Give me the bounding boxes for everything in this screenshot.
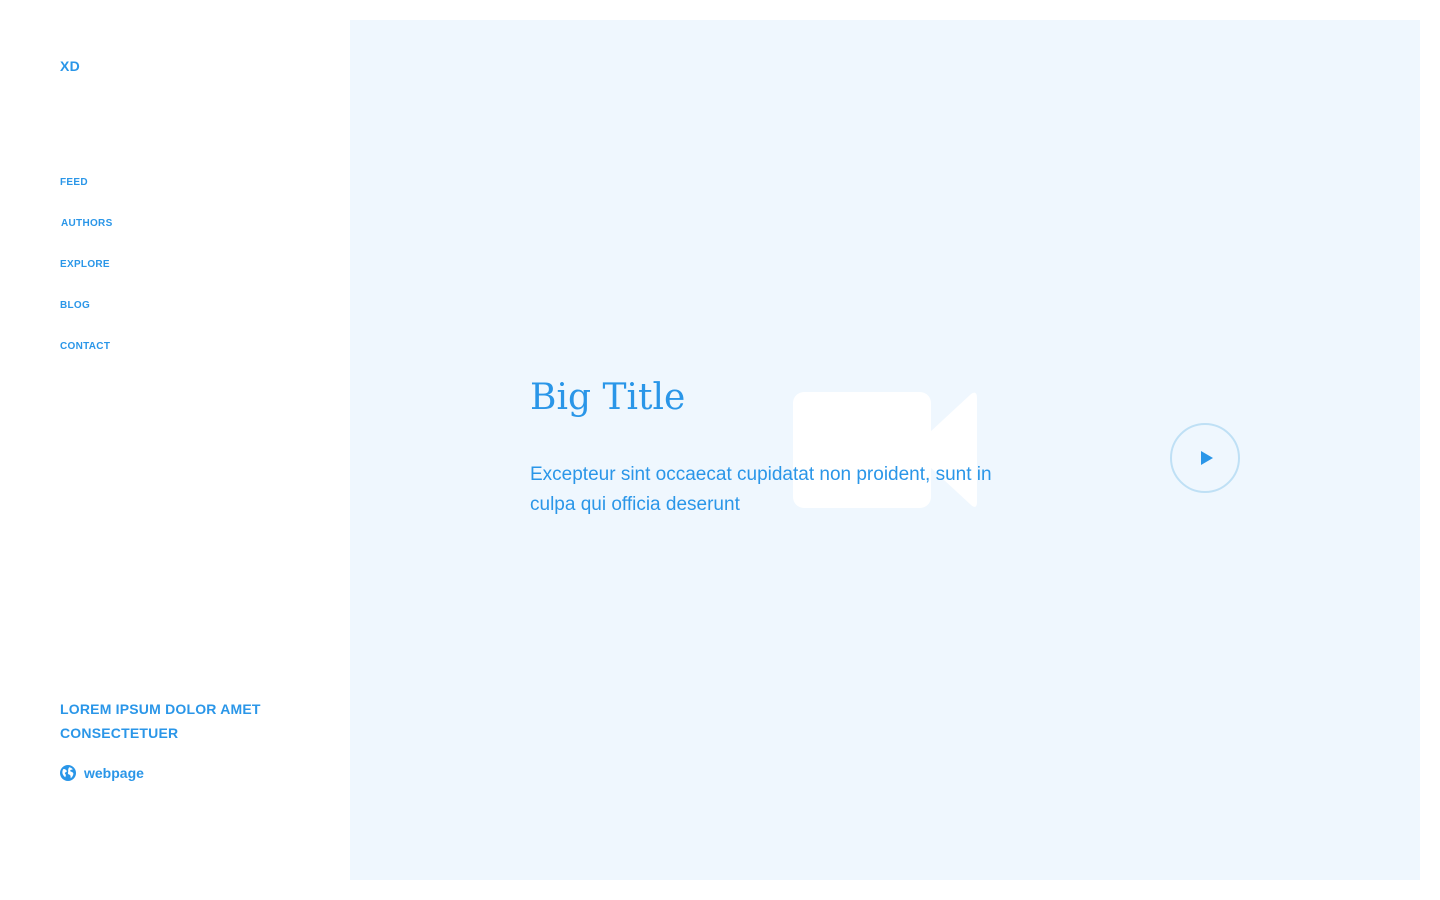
nav-item-blog: BLOG: [60, 295, 113, 336]
play-icon: [1201, 451, 1213, 465]
webpage-link[interactable]: webpage: [60, 765, 320, 781]
nav-link-contact[interactable]: CONTACT: [60, 341, 110, 353]
hero-description: Excepteur sint occaecat cupidatat non pr…: [530, 464, 992, 515]
page: XD FEED AUTHORS EXPLORE BLOG CONTACT LOR…: [0, 0, 1440, 900]
nav-item-feed: FEED: [60, 172, 113, 213]
sidebar-footer: LOREM IPSUM DOLOR AMET CONSECTETUER webp…: [60, 697, 320, 781]
nav-link-explore[interactable]: EXPLORE: [60, 259, 110, 271]
tagline-line-2: CONSECTETUER: [60, 725, 179, 741]
logo[interactable]: XD: [60, 58, 80, 74]
nav-item-explore: EXPLORE: [60, 254, 113, 295]
hero-panel: Big Title Excepteur sint occaecat cupida…: [350, 20, 1420, 880]
nav-link-feed[interactable]: FEED: [60, 177, 88, 189]
nav-item-authors: AUTHORS: [60, 213, 113, 254]
webpage-label: webpage: [84, 765, 144, 781]
tagline-line-1: LOREM IPSUM DOLOR AMET: [60, 701, 261, 717]
nav-item-contact: CONTACT: [60, 336, 113, 377]
main-nav: FEED AUTHORS EXPLORE BLOG CONTACT: [60, 172, 113, 377]
tagline: LOREM IPSUM DOLOR AMET CONSECTETUER: [60, 697, 320, 745]
sidebar: XD FEED AUTHORS EXPLORE BLOG CONTACT LOR…: [0, 0, 350, 900]
globe-icon: [60, 765, 76, 781]
play-button[interactable]: [1170, 423, 1240, 493]
nav-link-authors[interactable]: AUTHORS: [60, 218, 113, 230]
nav-link-blog[interactable]: BLOG: [60, 300, 90, 312]
hero-title: Big Title: [530, 377, 686, 418]
